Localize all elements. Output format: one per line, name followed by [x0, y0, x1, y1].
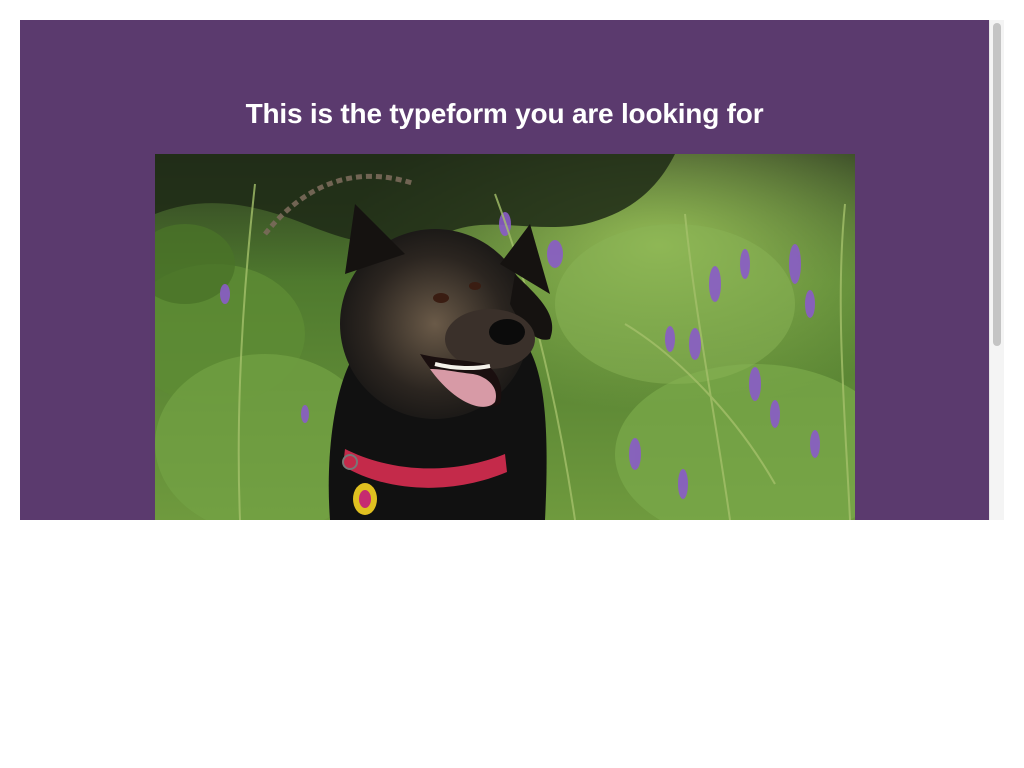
typeform-embed-frame: This is the typeform you are looking for: [20, 20, 989, 520]
form-heading: This is the typeform you are looking for: [245, 98, 764, 129]
vertical-scrollbar[interactable]: [989, 20, 1004, 520]
scrollbar-thumb[interactable]: [993, 23, 1001, 346]
dog-photo: [155, 154, 855, 520]
